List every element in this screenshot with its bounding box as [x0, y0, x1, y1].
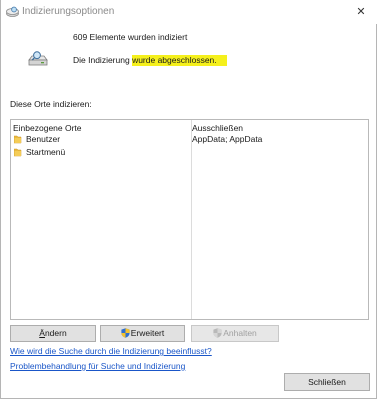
column-header-included[interactable]: Einbezogene Orte	[13, 123, 82, 133]
modify-label-rest: ndern	[44, 328, 67, 338]
troubleshoot-search-link[interactable]: Problembehandlung für Suche und Indizier…	[10, 361, 185, 371]
folder-icon	[14, 135, 22, 144]
title-bar: Indizierungsoptionen ✕	[1, 0, 378, 24]
modify-button[interactable]: Ändern	[10, 325, 96, 342]
folder-icon	[14, 148, 22, 157]
location-name: Benutzer	[26, 134, 61, 144]
pause-label: Anhalten	[223, 328, 257, 338]
location-exclude: AppData; AppData	[192, 134, 263, 144]
close-window-button[interactable]: ✕	[344, 0, 378, 24]
pause-button: Anhalten	[191, 325, 279, 342]
indexed-locations-list[interactable]: Einbezogene Orte Ausschließen Benutzer A…	[10, 119, 369, 320]
close-button[interactable]: Schließen	[284, 373, 370, 391]
indexing-options-window: Indizierungsoptionen ✕ 609 Elemente wurd…	[0, 0, 378, 399]
uac-shield-icon	[121, 328, 130, 338]
window-title: Indizierungsoptionen	[22, 6, 115, 17]
close-icon: ✕	[356, 6, 366, 18]
list-item[interactable]: Startmenü	[11, 147, 368, 159]
indexing-options-icon	[6, 6, 19, 17]
how-indexing-affects-search-link[interactable]: Wie wird die Suche durch die Indizierung…	[10, 346, 212, 356]
status-prefix: Die Indizierung	[73, 55, 133, 65]
list-item[interactable]: Benutzer AppData; AppData	[11, 134, 368, 146]
location-name: Startmenü	[26, 147, 66, 157]
column-header-exclude[interactable]: Ausschließen	[192, 123, 243, 133]
indexed-count-text: 609 Elemente wurden indiziert	[73, 32, 188, 42]
status-highlight: wurde abgeschlossen.	[132, 55, 227, 66]
advanced-button[interactable]: Erweitert	[100, 325, 185, 342]
locations-section-label: Diese Orte indizieren:	[10, 99, 92, 109]
uac-shield-icon	[213, 328, 222, 338]
drive-search-icon	[28, 51, 48, 66]
advanced-label: Erweitert	[130, 328, 165, 338]
indexing-status-text: Die Indizierung wurde abgeschlossen.	[73, 55, 227, 66]
